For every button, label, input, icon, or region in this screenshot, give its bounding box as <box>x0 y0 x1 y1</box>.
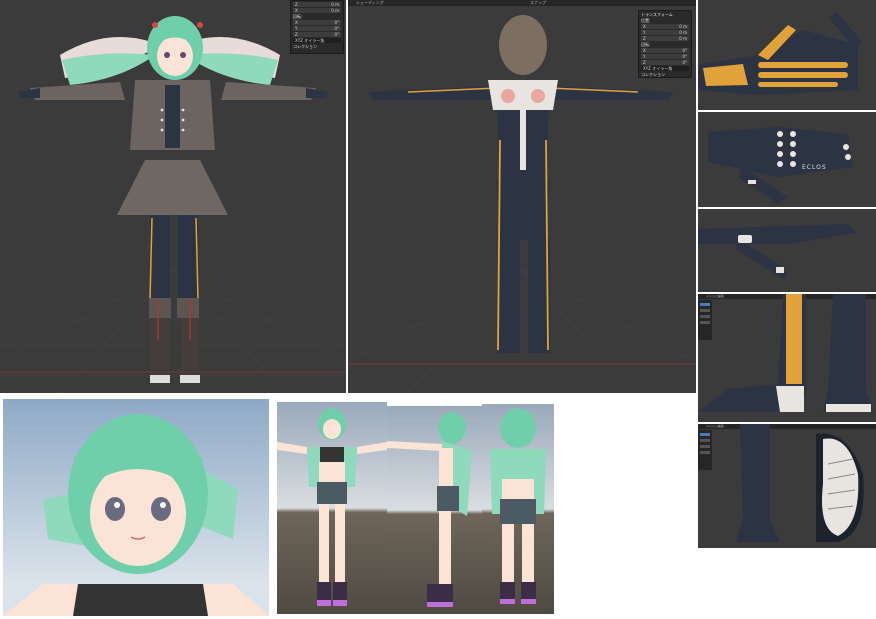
face-render-closeup <box>3 399 269 616</box>
render-front-image <box>277 408 387 606</box>
foot-side-model <box>698 294 873 412</box>
location-x-field[interactable]: X0 m <box>293 8 341 13</box>
location-y-field[interactable]: Y0 m <box>641 30 689 35</box>
location-z-field[interactable]: Z0 m <box>293 2 341 7</box>
properties-n-panel[interactable]: トランスフォーム 位置: X0 m Y0 m Z0 m 回転: X 0° Y 0° … <box>638 10 692 78</box>
properties-n-panel[interactable]: Z0 m X0 m 回転: X 0° Y 0° Z 0° XYZ オイラー角 コレクシ… <box>290 0 344 54</box>
rotation-x-field[interactable]: X 0° <box>293 20 341 25</box>
hand-palm-viewport[interactable] <box>698 0 876 110</box>
location-label: 位置: <box>641 18 651 23</box>
render-side-image <box>387 412 472 607</box>
location-z-field[interactable]: Z0 m <box>641 36 689 41</box>
glove-side-model <box>698 224 856 279</box>
location-x-field[interactable]: X0 m <box>641 24 689 29</box>
glove-logo-text: ECLOS <box>802 164 827 171</box>
back-view-viewport[interactable]: シェーディング スナップ トランスフォーム 位置: X0 m Y0 m Z 0 … <box>348 0 696 393</box>
rotation-mode-dropdown[interactable]: XYZ オイラー角 <box>641 66 689 71</box>
glove-side-viewport[interactable] <box>698 209 876 292</box>
glove-back-model <box>708 127 853 204</box>
foot-side-viewport[interactable]: メッシュ編集 <box>698 294 876 422</box>
collection-header[interactable]: コレクション <box>293 44 341 49</box>
character-front-model <box>18 16 328 383</box>
unity-render-side <box>387 406 482 614</box>
foot-sole-viewport[interactable]: メッシュ編集 <box>698 424 876 548</box>
render-back-image <box>490 408 546 604</box>
face-render-image <box>3 414 269 616</box>
rotation-label: 回転: <box>293 14 303 19</box>
foot-sole-model <box>736 424 864 542</box>
rotation-z-field[interactable]: Z 0° <box>641 60 689 65</box>
transform-header[interactable]: トランスフォーム <box>641 12 689 17</box>
front-view-viewport[interactable]: Z0 m X0 m 回転: X 0° Y 0° Z 0° XYZ オイラー角 コレクシ… <box>0 0 346 393</box>
unity-render-back <box>482 404 554 614</box>
rotation-label: 回転: <box>641 42 651 47</box>
rotation-mode-dropdown[interactable]: XYZ オイラー角 <box>293 38 341 43</box>
hand-palm-model <box>698 11 862 95</box>
unity-render-front <box>277 402 387 614</box>
rotation-y-field[interactable]: Y 0° <box>293 26 341 31</box>
glove-back-viewport[interactable]: ECLOS <box>698 112 876 207</box>
rotation-z-field[interactable]: Z 0° <box>293 32 341 37</box>
rotation-y-field[interactable]: Y 0° <box>641 54 689 59</box>
rotation-x-field[interactable]: X 0° <box>641 48 689 53</box>
collection-header[interactable]: コレクション <box>641 72 689 77</box>
